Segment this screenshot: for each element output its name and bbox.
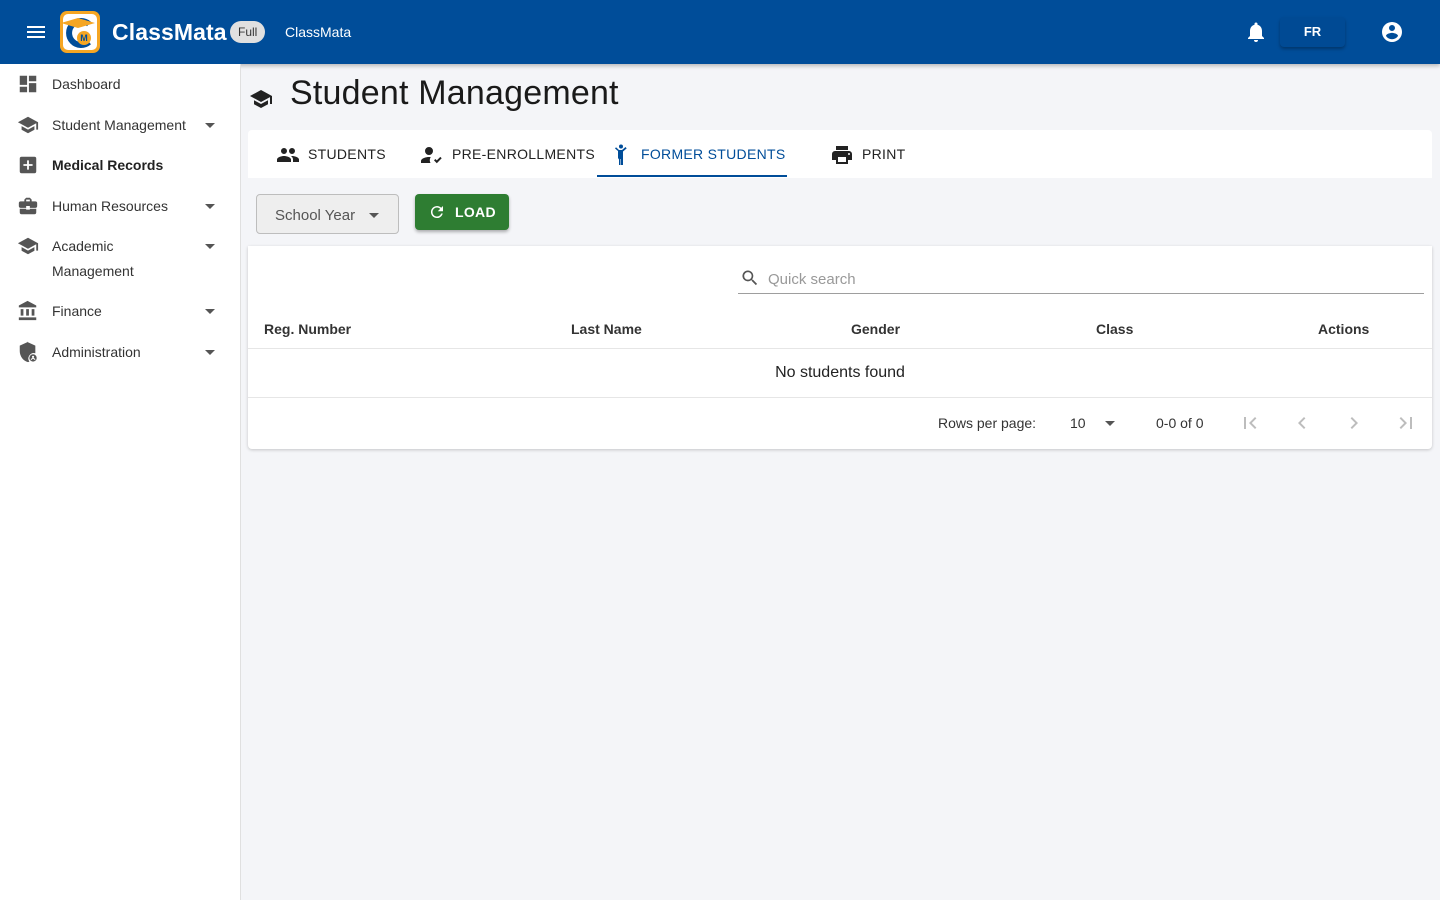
- account-circle-icon[interactable]: [1380, 20, 1404, 44]
- svg-text:M: M: [80, 33, 88, 43]
- school-icon: [250, 90, 272, 108]
- sidebar-item-label: Student Management: [52, 117, 186, 133]
- column-header-actions: Actions: [1318, 321, 1370, 337]
- school-year-select[interactable]: School Year: [256, 194, 399, 234]
- tab-bar: STUDENTS PRE-ENROLLMENTS FORMER STUDENTS…: [248, 130, 1432, 178]
- rows-per-page-select[interactable]: 10: [1068, 411, 1118, 435]
- sidebar-item-label: Human Resources: [52, 198, 168, 214]
- tab-former-students[interactable]: FORMER STUDENTS: [597, 130, 787, 178]
- sidebar-item-academic-management[interactable]: Academic Management: [0, 234, 240, 288]
- sidebar-item-student-management[interactable]: Student Management: [0, 113, 240, 153]
- medical-cross-icon: [19, 156, 37, 174]
- sidebar-item-label: Medical Records: [52, 157, 164, 173]
- admin-shield-icon: [19, 341, 37, 363]
- chevron-down-icon: [205, 123, 215, 128]
- previous-page-icon[interactable]: [1290, 411, 1314, 435]
- tab-label: PRE-ENROLLMENTS: [452, 146, 595, 162]
- chevron-down-icon: [205, 204, 215, 209]
- sidebar-item-dashboard[interactable]: Dashboard: [0, 72, 240, 112]
- school-name: ClassMata: [285, 24, 352, 40]
- page-title: Student Management: [290, 74, 619, 112]
- school-icon: [17, 237, 39, 255]
- rows-per-page-value: 10: [1070, 415, 1086, 431]
- first-page-icon[interactable]: [1238, 411, 1262, 435]
- language-button[interactable]: FR: [1280, 17, 1345, 47]
- rows-per-page-label: Rows per page:: [938, 415, 1037, 431]
- chevron-down-icon: [205, 309, 215, 314]
- bank-icon: [18, 300, 37, 321]
- search-input[interactable]: [768, 268, 1408, 290]
- empty-table-message: No students found: [775, 364, 905, 381]
- quick-search: [738, 266, 1424, 294]
- tab-print[interactable]: PRINT: [818, 130, 918, 178]
- menu-icon[interactable]: [24, 20, 48, 44]
- chevron-down-icon: [205, 350, 215, 355]
- people-icon: [277, 148, 299, 162]
- sidebar-item-label: Finance: [52, 303, 102, 319]
- refresh-icon: [430, 206, 443, 219]
- search-icon: [742, 270, 758, 286]
- column-header-gender[interactable]: Gender: [851, 321, 900, 337]
- tab-pre-enrollments[interactable]: PRE-ENROLLMENTS: [410, 130, 595, 178]
- sidebar-item-administration[interactable]: Administration: [0, 340, 240, 380]
- column-header-class[interactable]: Class: [1096, 321, 1133, 337]
- briefcase-icon: [18, 197, 38, 215]
- notifications-bell-icon[interactable]: [1244, 20, 1268, 44]
- printer-icon: [832, 146, 852, 164]
- active-tab-indicator: [597, 175, 787, 177]
- pagination-range: 0-0 of 0: [1156, 415, 1204, 431]
- sidebar-item-label: Administration: [52, 344, 141, 360]
- tab-label: FORMER STUDENTS: [641, 146, 786, 162]
- tab-label: PRINT: [862, 146, 906, 162]
- dashboard-icon: [19, 75, 37, 93]
- last-page-icon[interactable]: [1394, 411, 1418, 435]
- sidebar-item-label-line2: Management: [52, 263, 134, 279]
- column-header-last-name[interactable]: Last Name: [571, 321, 642, 337]
- load-button-label: LOAD: [455, 204, 496, 220]
- sidebar-item-label: Dashboard: [52, 76, 121, 92]
- school-year-label: School Year: [275, 207, 356, 224]
- app-bar: M ClassMata Full ClassMata FR: [0, 0, 1440, 64]
- students-table-card: Reg. Number Last Name Gender Class Actio…: [248, 246, 1432, 449]
- load-button[interactable]: LOAD: [415, 194, 509, 230]
- chevron-down-icon: [1105, 421, 1115, 426]
- sidebar-item-label: Academic: [52, 238, 114, 254]
- chevron-down-icon: [369, 213, 379, 218]
- divider: [248, 397, 1432, 398]
- plan-badge: Full: [230, 21, 266, 43]
- sidebar-item-human-resources[interactable]: Human Resources: [0, 194, 240, 234]
- tab-students[interactable]: STUDENTS: [264, 130, 394, 178]
- app-brand: ClassMata: [112, 19, 227, 45]
- tab-label: STUDENTS: [308, 146, 386, 162]
- divider: [248, 348, 1432, 349]
- sidebar: Dashboard Student Management Medical Rec…: [0, 64, 241, 900]
- school-icon: [17, 116, 39, 134]
- person-leaving-icon: [615, 144, 627, 165]
- person-check-icon: [421, 147, 442, 164]
- chevron-down-icon: [205, 244, 215, 249]
- column-header-reg-number[interactable]: Reg. Number: [264, 321, 351, 337]
- sidebar-item-finance[interactable]: Finance: [0, 299, 240, 339]
- classmata-logo: M: [60, 11, 100, 53]
- sidebar-item-medical-records[interactable]: Medical Records: [0, 153, 240, 193]
- next-page-icon[interactable]: [1342, 411, 1366, 435]
